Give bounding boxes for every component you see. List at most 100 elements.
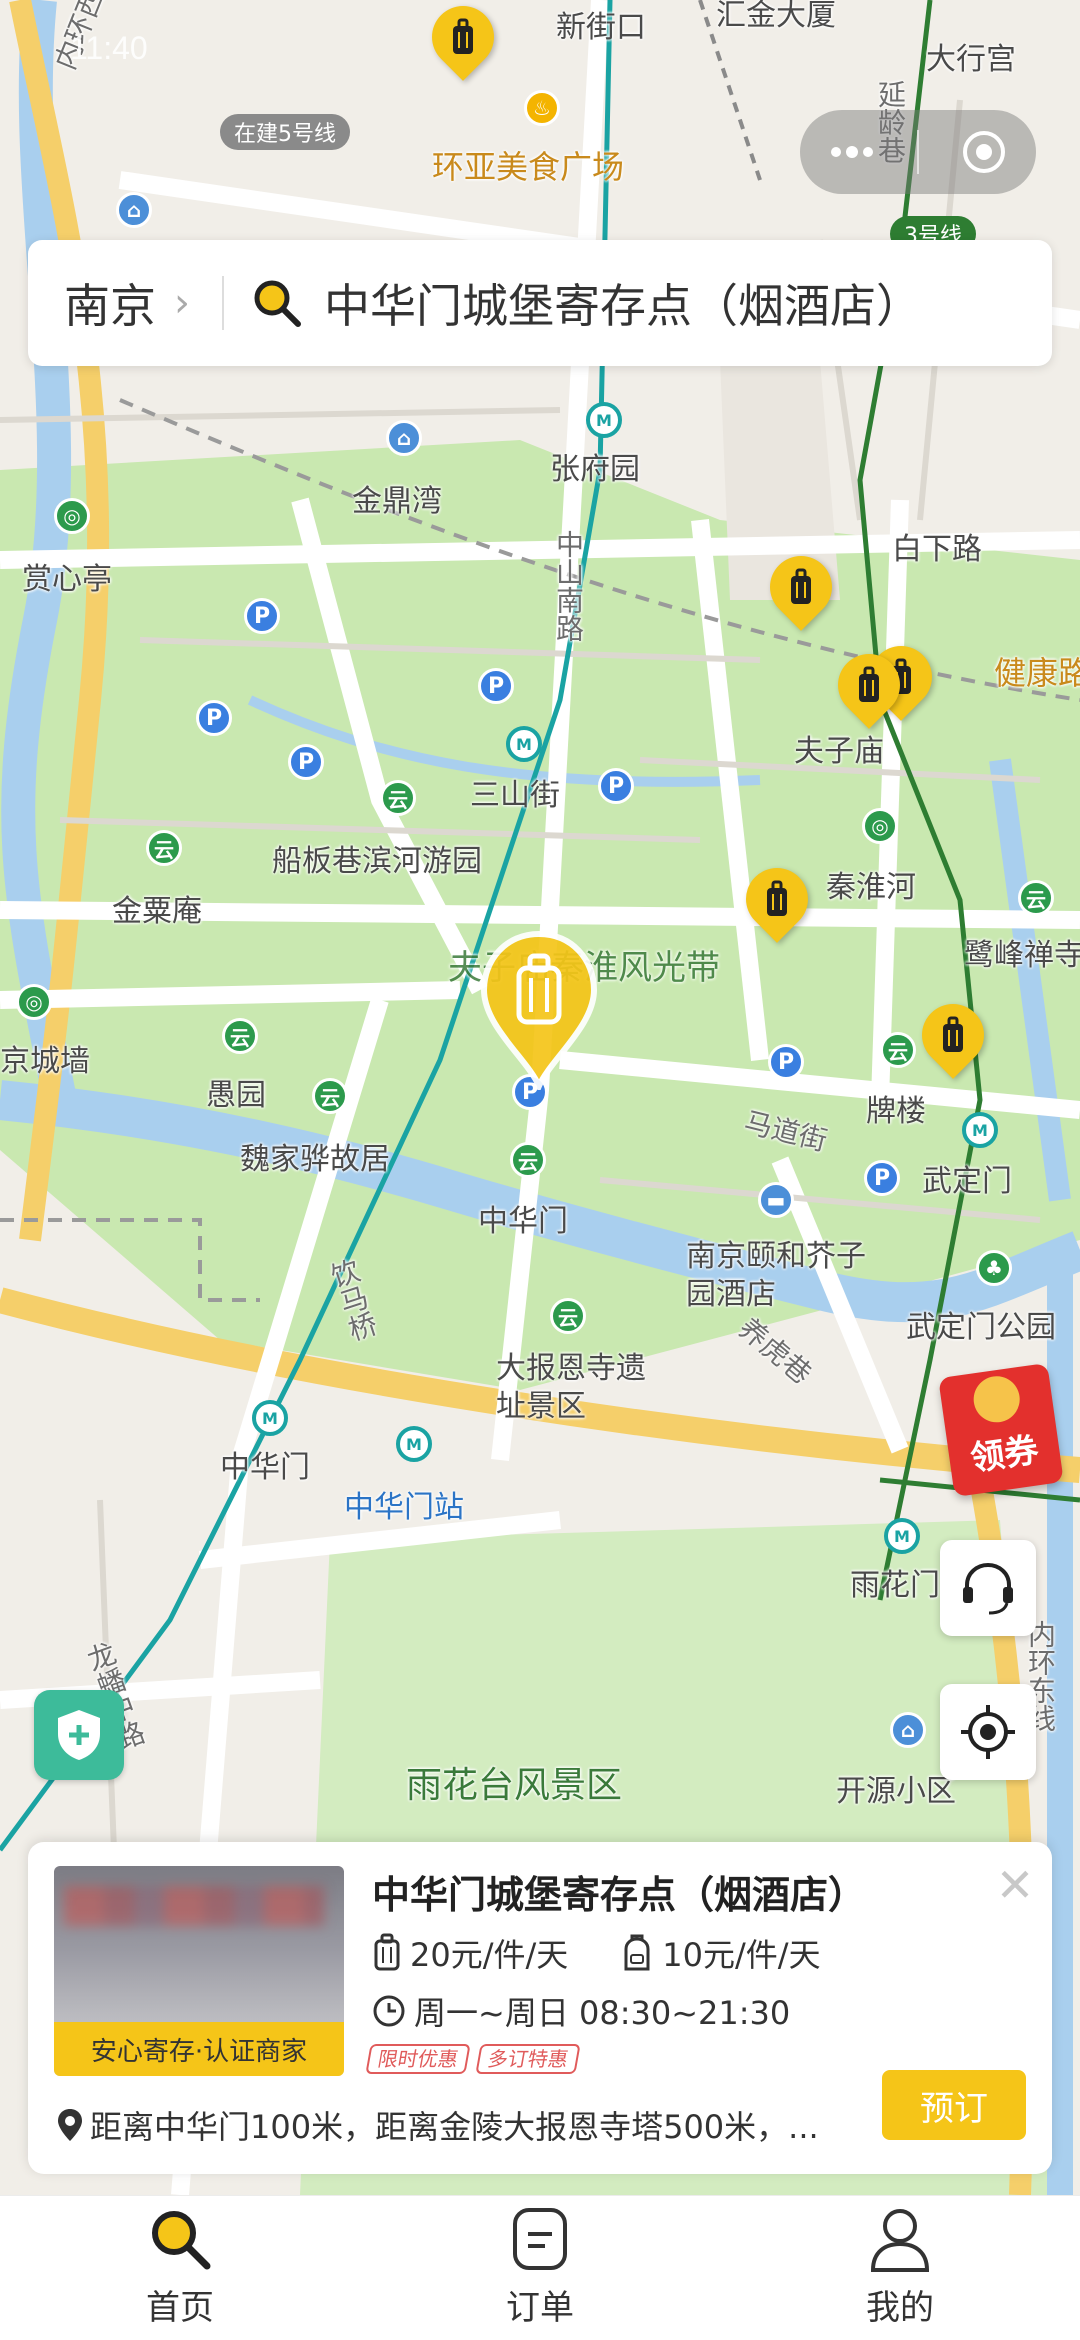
park-icon: 云 [146,830,182,866]
luggage-icon [453,18,473,54]
map-label: 鹭峰禅寺 [964,938,1080,973]
hours-row: 周一~周日 08:30~21:30 [372,1988,790,2034]
scenic-camera-icon: ◎ [16,984,52,1020]
shield-plus-icon [58,1710,100,1760]
target-close-icon [962,131,1005,173]
distance-row: 距离中华门100米，距离金陵大报恩寺塔500米，... [56,2102,819,2148]
parking-icon: P [478,668,514,704]
parking-icon: P [864,1160,900,1196]
close-card-button[interactable]: ✕ [990,1860,1040,1910]
map-label: 环亚美食广场 [432,148,625,186]
certified-badge: 安心寄存·认证商家 [54,2022,344,2076]
map-label: 大行宫 [926,42,1016,77]
park-icon: ♣ [976,1250,1012,1286]
luggage-store-pin[interactable] [419,0,507,86]
map-label: 船板巷滨河游园 [272,844,482,879]
residence-icon: ⌂ [386,420,422,456]
luggage-store-pin[interactable] [733,855,821,948]
safety-shield-button[interactable] [34,1690,124,1780]
store-thumbnail: 安心寄存·认证商家 [54,1866,344,2076]
map-label: 健康路 [994,654,1080,692]
reserve-button[interactable]: 预订 [882,2070,1026,2140]
map-label: 雨花台风景区 [406,1765,623,1806]
park-icon: 云 [550,1298,586,1334]
parking-icon: P [768,1044,804,1080]
map-label: 武定门公园 [906,1310,1056,1345]
order-icon [513,2208,567,2270]
map-label: 汇金大厦 [716,0,836,33]
promo-tags: 限时优惠 多订特惠 [365,2044,581,2074]
map-label: 武定门 [922,1164,1012,1199]
residence-icon: ⌂ [116,192,152,228]
park-icon: 云 [1018,880,1054,916]
store-card[interactable]: 安心寄存·认证商家 中华门城堡寄存点（烟酒店） ✕ 20元/件/天 10元/件/… [28,1842,1052,2174]
store-sign-blur [64,1886,324,1926]
map-label: 牌楼 [866,1094,926,1129]
luggage-icon [859,666,879,702]
search-bar[interactable]: 南京 › 中华门城堡寄存点（烟酒店） [28,240,1052,366]
tab-orders[interactable]: 订单 [450,2204,630,2334]
status-time: 11:40 [70,30,148,66]
promo-tag: 限时优惠 [365,2044,471,2074]
suitcase-icon [374,1933,400,1971]
map-label: 中华门 [220,1450,310,1485]
search-icon [152,2211,211,2270]
metro-station-icon: M [506,726,542,762]
promo-tag: 多订特惠 [475,2044,581,2074]
luggage-store-pin[interactable] [909,991,997,1084]
luggage-store-pin[interactable] [757,543,845,636]
park-icon: 云 [880,1032,916,1068]
selected-store-pin[interactable] [478,930,600,1094]
business-hours: 周一~周日 08:30~21:30 [414,1994,791,2032]
map-label: 金粟庵 [112,894,202,929]
restaurant-icon: ♨ [524,90,560,126]
luggage-icon [767,880,787,916]
price-row: 20元/件/天 10元/件/天 [372,1930,821,1976]
map-label: 三山街 [470,778,560,813]
line-badge: 在建5号线 [220,114,350,150]
park-icon: 云 [380,780,416,816]
bag-price: 10元/件/天 [662,1936,821,1974]
tab-label: 我的 [866,2288,934,2328]
store-title: 中华门城堡寄存点（烟酒店） [372,1873,867,1917]
luggage-icon [791,568,811,604]
parking-icon: P [196,700,232,736]
city-selector[interactable]: 南京 [64,270,156,336]
metro-station-icon: M [586,402,622,438]
headset-icon [963,1562,1013,1615]
luggage-icon [943,1016,963,1052]
metro-station-icon: M [962,1112,998,1148]
map-label: 中华门 [478,1204,568,1239]
bottom-tab-bar: 首页 订单 我的 [0,2195,1080,2340]
map-label: 南京颐和芥子园酒店 [686,1239,866,1312]
clock-icon [373,1995,405,2027]
map-label: 京城墙 [0,1044,90,1079]
location-pin-icon [58,2109,82,2141]
map-label: 金鼎湾 [352,484,442,519]
metro-station-icon: M [396,1426,432,1462]
park-icon: 云 [312,1078,348,1114]
search-input[interactable]: 中华门城堡寄存点（烟酒店） [324,270,922,336]
map-label: 雨花门 [850,1568,940,1603]
map-label: 开源小区 [836,1774,956,1809]
map-label: 赏心亭 [22,562,112,597]
tab-profile[interactable]: 我的 [810,2204,990,2334]
coupon-button[interactable]: 领券 [938,1362,1064,1498]
miniprogram-capsule [800,110,1036,194]
customer-service-button[interactable] [940,1540,1036,1636]
profile-icon [870,2209,930,2272]
tab-home[interactable]: 首页 [90,2204,270,2334]
divider [222,276,224,330]
locate-button[interactable] [940,1684,1036,1780]
map-label: 秦淮河 [826,870,916,905]
luggage-price: 20元/件/天 [410,1936,569,1974]
backpack-icon [624,1934,650,1971]
map-label: 新街口 [556,10,646,45]
map-label: 张府园 [550,452,640,487]
luggage-store-pin[interactable] [825,641,913,734]
map-label: 白下路 [892,532,982,567]
close-miniprogram-button[interactable] [944,122,1024,182]
more-button[interactable] [812,122,892,182]
coin-icon [970,1373,1023,1426]
residence-icon: ⌂ [890,1712,926,1748]
